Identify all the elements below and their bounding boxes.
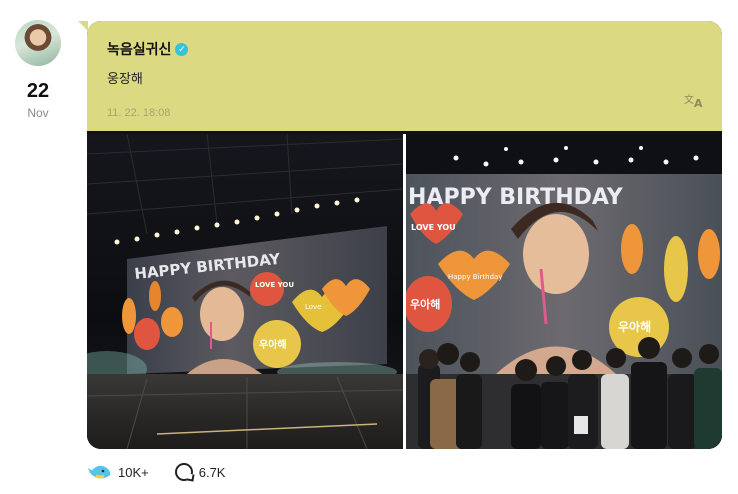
balloon-heart-left: Love xyxy=(305,303,322,311)
balloon-love-left: LOVE YOU xyxy=(255,281,294,289)
message-text: 웅장해 xyxy=(107,71,143,86)
post-month: Nov xyxy=(27,106,49,120)
like-fish-icon xyxy=(88,465,111,479)
date-column: 22 Nov xyxy=(14,20,62,120)
post-timestamp: 11. 22. 18:08 xyxy=(107,107,171,119)
comment-button[interactable]: 6.7K xyxy=(174,463,226,481)
post-day: 22 xyxy=(26,80,50,102)
verified-badge-icon: ✓ xyxy=(175,42,189,56)
comment-count: 6.7K xyxy=(198,464,226,480)
photo-stage-wide[interactable]: HAPPY BIRTHDAY LOVE YOU Love 우아해 xyxy=(87,134,403,449)
translate-icon[interactable]: 文 A xyxy=(684,92,706,111)
reaction-bar: 10K+ 6.7K xyxy=(88,461,251,483)
balloon-love-right: LOVE YOU xyxy=(411,223,456,232)
author-row: 녹음실귀신 ✓ xyxy=(107,39,702,59)
like-button[interactable]: 10K+ xyxy=(88,461,149,483)
balloon-small-right: 우아해 xyxy=(410,297,440,311)
svg-text:A: A xyxy=(694,97,703,108)
balloon-name-right: 우아해 xyxy=(618,319,651,334)
avatar[interactable] xyxy=(15,20,61,66)
like-count: 10K+ xyxy=(118,464,149,480)
photo-gallery: HAPPY BIRTHDAY LOVE YOU Love 우아해 HAPPY B… xyxy=(87,134,722,449)
svg-text:文: 文 xyxy=(684,93,694,106)
comment-icon xyxy=(174,463,193,481)
balloon-name-left: 우아해 xyxy=(259,338,287,351)
author-name[interactable]: 녹음실귀신 xyxy=(107,39,171,59)
balloon-heart-right: Happy Birthday xyxy=(448,273,503,281)
post-card: 녹음실귀신 ✓ 웅장해 11. 22. 18:08 文 A HAPPY BIRT… xyxy=(87,21,722,449)
photo-stage-crowd[interactable]: HAPPY BIRTHDAY LOVE YOU Happy Birthday 우… xyxy=(406,134,722,449)
message-bubble: 녹음실귀신 ✓ 웅장해 11. 22. 18:08 文 A xyxy=(87,21,722,131)
